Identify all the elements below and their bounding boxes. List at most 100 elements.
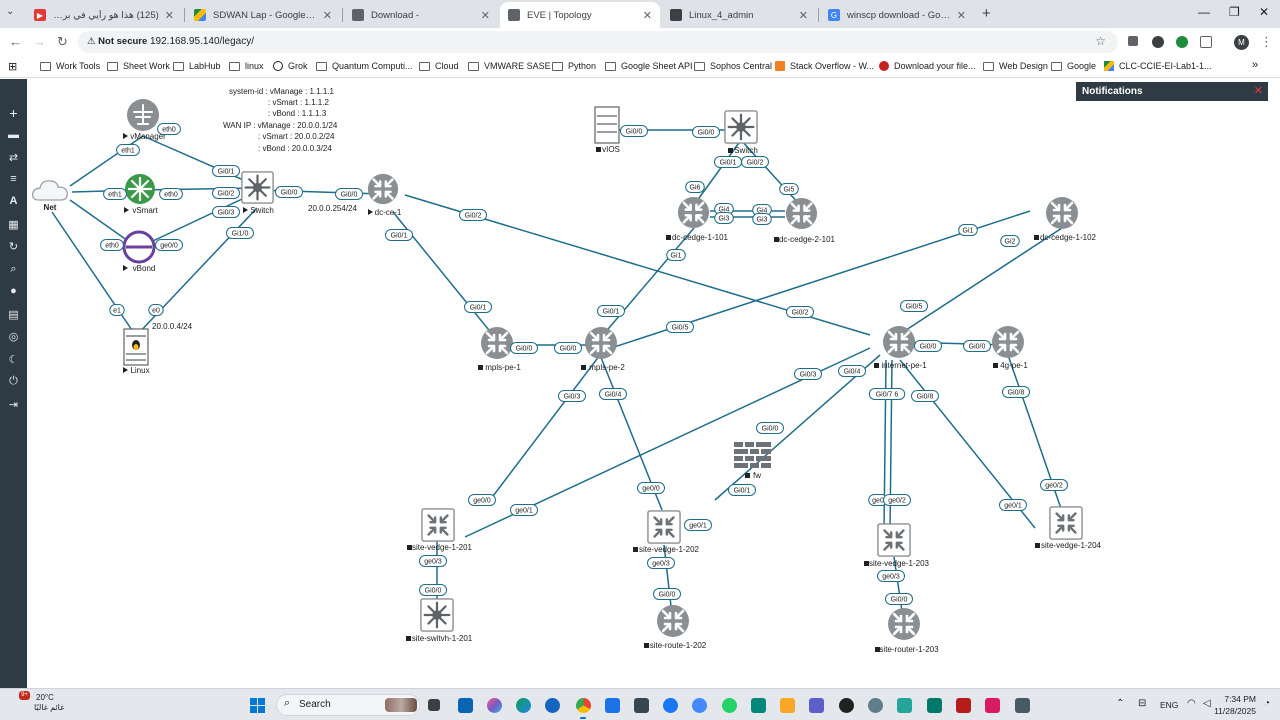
language-indicator[interactable]: ENG xyxy=(1160,700,1178,710)
close-window-button[interactable]: ✕ xyxy=(1259,5,1269,19)
bookmark-web-design[interactable]: Web Design xyxy=(983,61,1048,71)
tab-google-search[interactable]: G winscp download - Google Sea ✕ xyxy=(820,2,974,28)
close-icon[interactable]: ✕ xyxy=(165,9,174,22)
tab-youtube[interactable]: ▶ (125) هذا هو رأيي في برنامج دولة ✕ xyxy=(26,2,182,28)
security-indicator[interactable]: ⚠ Not secure xyxy=(87,36,147,47)
taskbar-search-box[interactable]: ⌕ Search xyxy=(276,694,420,716)
logout-icon[interactable]: ⇥ xyxy=(0,398,27,411)
status-icon[interactable]: ● xyxy=(0,285,27,297)
add-object-icon[interactable]: + xyxy=(0,105,27,121)
extension-icon[interactable] xyxy=(1128,36,1138,46)
app-icon[interactable] xyxy=(956,698,971,713)
bookmark-vmware-sase[interactable]: VMWARE SASE xyxy=(468,61,551,71)
close-icon[interactable]: ✕ xyxy=(957,9,966,22)
bookmark-download-file[interactable]: Download your file... xyxy=(879,61,976,71)
node-site-vedge-1-201[interactable]: site-vedge-1-201 xyxy=(407,508,473,552)
bookmark-google[interactable]: Google xyxy=(1051,61,1096,71)
app-icon[interactable] xyxy=(751,698,766,713)
node-vmanager[interactable]: vManager xyxy=(123,99,166,141)
bookmark-google-sheet-api[interactable]: Google Sheet API xyxy=(605,61,693,71)
node-site-vedge-1-202[interactable]: site-vedge-1-202 xyxy=(633,510,700,554)
node-site-vedge-1-203[interactable]: site-vedge-1-203 xyxy=(864,523,930,568)
calculator-icon[interactable] xyxy=(927,698,942,713)
node-site-vedge-1-204[interactable]: site-vedge-1-204 xyxy=(1035,506,1102,550)
node-dc-cedge-2-101[interactable]: dc-cedge-2-101 xyxy=(774,196,836,244)
back-icon[interactable]: ← xyxy=(9,34,22,49)
lab-details-icon[interactable]: ▤ xyxy=(0,308,27,321)
url-text[interactable]: 192.168.95.140/legacy/ xyxy=(150,36,254,47)
app-icon[interactable] xyxy=(985,698,1000,713)
close-icon[interactable]: ✕ xyxy=(481,9,490,22)
close-icon[interactable]: ✕ xyxy=(643,9,652,22)
extension-icon[interactable] xyxy=(1152,36,1164,48)
tab-download[interactable]: Download - ✕ xyxy=(344,2,498,28)
node-vbond[interactable]: vBond xyxy=(122,230,156,273)
apps-icon[interactable]: ⊞ xyxy=(8,60,17,73)
networks-icon[interactable]: ⇄ xyxy=(0,151,27,164)
startup-configs-icon[interactable]: ≡ xyxy=(0,173,27,185)
bookmark-sheet-work[interactable]: Sheet Work xyxy=(107,61,170,71)
dark-mode-icon[interactable]: ☾ xyxy=(0,353,27,366)
whatsapp-icon[interactable] xyxy=(722,698,737,713)
node-net[interactable]: Net xyxy=(31,180,68,212)
node-site-route-1-202[interactable]: site-route-1-202 xyxy=(644,603,707,650)
node-switch-top[interactable]: Switch xyxy=(724,110,758,155)
zoom-icon[interactable]: ⌕ xyxy=(0,263,27,276)
teams-icon[interactable] xyxy=(809,698,824,713)
more-bookmarks-icon[interactable]: » xyxy=(1252,59,1258,71)
address-bar[interactable]: ⚠ Not secure 192.168.95.140/legacy/ ☆ xyxy=(78,31,1118,53)
bookmark-work-tools[interactable]: Work Tools xyxy=(40,61,100,71)
close-icon[interactable]: ✕ xyxy=(799,9,808,22)
app-icon[interactable] xyxy=(839,698,854,713)
tab-search-icon[interactable]: ⌄ xyxy=(6,6,14,17)
node-switch-main[interactable]: Switch xyxy=(241,171,274,215)
close-icon[interactable]: ✕ xyxy=(1254,84,1263,97)
new-tab-button[interactable]: + xyxy=(982,5,991,22)
close-icon[interactable]: ✕ xyxy=(323,9,332,22)
settings-icon[interactable]: ◎ xyxy=(0,330,27,343)
text-icon[interactable]: A xyxy=(0,195,27,207)
maximize-button[interactable]: ❐ xyxy=(1229,5,1240,19)
bookmark-labhub[interactable]: LabHub xyxy=(173,61,221,71)
topology-diagram[interactable]: Net vManager vSmart vBond Switch Linux d… xyxy=(27,79,1280,688)
bookmark-clc-ccie[interactable]: CLC-CCIE-EI-Lab1-1... xyxy=(1104,61,1212,71)
edge-icon[interactable] xyxy=(516,698,531,713)
facebook-icon[interactable] xyxy=(663,698,678,713)
outlook-icon[interactable] xyxy=(458,698,473,713)
bookmark-stack-overflow[interactable]: Stack Overflow - W... xyxy=(775,61,874,71)
edge-beta-icon[interactable] xyxy=(545,698,560,713)
bookmark-linux[interactable]: linux xyxy=(229,61,264,71)
node-mpls-pe-2[interactable]: mpls-pe-2 xyxy=(581,325,625,372)
nodes-icon[interactable]: ▬ xyxy=(0,129,27,141)
settings-gear-icon[interactable] xyxy=(868,698,883,713)
system-clock[interactable]: 7:34 PM 11/28/2025 xyxy=(1196,693,1256,717)
tab-eve-topology[interactable]: EVE | Topology ✕ xyxy=(500,2,660,28)
node-fw[interactable]: fw xyxy=(734,442,771,480)
tab-linux-admin[interactable]: Linux_4_admin ✕ xyxy=(662,2,816,28)
bookmark-python[interactable]: Python xyxy=(552,61,596,71)
store-icon[interactable] xyxy=(605,698,620,713)
copilot-icon[interactable] xyxy=(487,698,502,713)
bookmark-star-icon[interactable]: ☆ xyxy=(1095,34,1106,48)
extensions-puzzle-icon[interactable] xyxy=(1200,36,1212,48)
node-4g-pe-1[interactable]: 4g-pe-1 xyxy=(990,324,1028,370)
app-icon[interactable] xyxy=(897,698,912,713)
extension-icon[interactable] xyxy=(1176,36,1188,48)
weather-widget[interactable]: 20°C غائم غالبًا xyxy=(8,693,64,713)
forward-icon[interactable]: → xyxy=(33,34,46,49)
tab-drive[interactable]: SDWAN Lap - Google Drive ✕ xyxy=(186,2,340,28)
messenger-icon[interactable] xyxy=(692,698,707,713)
bookmark-grok[interactable]: Grok xyxy=(273,61,308,71)
start-windows-icon[interactable] xyxy=(250,698,265,713)
wifi-icon[interactable]: ◠ xyxy=(1187,698,1196,709)
node-vios[interactable]: vIOS xyxy=(594,106,620,154)
chrome-icon[interactable] xyxy=(576,698,591,713)
reload-icon[interactable]: ↻ xyxy=(57,34,68,50)
node-vsmart[interactable]: vSmart xyxy=(124,174,158,215)
file-explorer-icon[interactable] xyxy=(780,698,795,713)
node-dc-cedge-1-102[interactable]: dc-cedge-1-102 xyxy=(1034,195,1097,242)
node-site-router-1-203[interactable]: site-router-1-203 xyxy=(875,606,939,654)
notification-bell-icon[interactable]: ◔ xyxy=(1264,698,1270,709)
show-hidden-icons[interactable]: ⌃ xyxy=(1116,698,1124,709)
menu-icon[interactable]: ⋮ xyxy=(1260,34,1273,50)
